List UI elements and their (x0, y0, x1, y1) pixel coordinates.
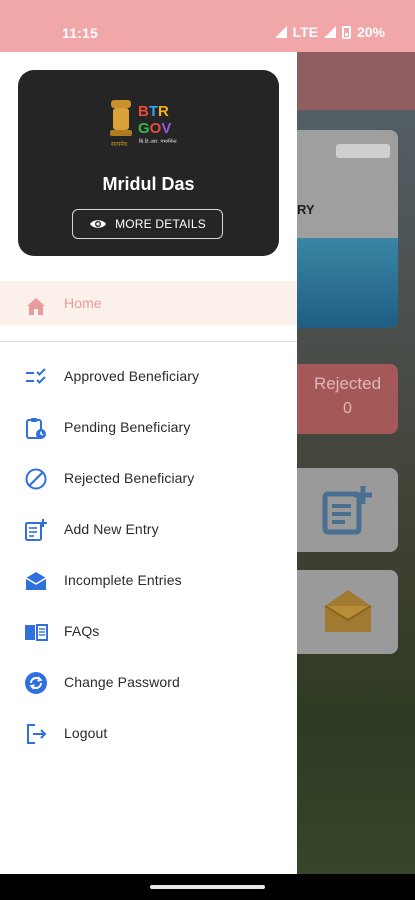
menu-item-incomplete-entries[interactable]: Incomplete Entries (0, 558, 297, 602)
eye-icon (90, 220, 107, 228)
status-indicators: LTE 20% (274, 24, 385, 40)
menu-item-change-password[interactable]: Change Password (0, 660, 297, 704)
more-details-label: MORE DETAILS (115, 217, 206, 231)
menu-label-pending: Pending Beneficiary (64, 419, 191, 435)
network-type: LTE (292, 24, 318, 40)
menu-label-rejected: Rejected Beneficiary (64, 470, 195, 486)
checklist-icon (26, 368, 46, 384)
menu-label-change-password: Change Password (64, 674, 180, 690)
system-nav-bar (0, 874, 415, 900)
profile-card: सत्यमेव BTR GOV बि.टि.आर. गभर्नमेन्ट Mri… (18, 70, 279, 256)
banner-wave (297, 238, 398, 328)
menu-item-rejected-beneficiary[interactable]: Rejected Beneficiary (0, 456, 297, 500)
add-note-large-icon (322, 486, 372, 535)
menu-item-home[interactable]: Home (0, 281, 297, 325)
menu-item-add-new-entry[interactable]: Add New Entry (0, 507, 297, 551)
menu-item-pending-beneficiary[interactable]: Pending Beneficiary (0, 405, 297, 449)
banner-card: RY (297, 130, 398, 328)
menu-divider (0, 341, 297, 342)
open-mail-icon (25, 572, 47, 590)
svg-text:सत्यमेव: सत्यमेव (111, 140, 128, 148)
signal-icon-2 (323, 26, 336, 38)
navigation-drawer: सत्यमेव BTR GOV बि.टि.आर. गभर्नमेन्ट Mri… (0, 52, 297, 874)
book-icon (25, 624, 48, 641)
btr-gov-logo: सत्यमेव BTR GOV बि.टि.आर. गभर्नमेन्ट (107, 96, 187, 150)
battery-level: 20% (356, 24, 385, 40)
menu-item-approved-beneficiary[interactable]: Approved Beneficiary (0, 354, 297, 398)
svg-text:BTR: BTR (138, 103, 169, 120)
menu-label-logout: Logout (64, 725, 108, 741)
pending-clipboard-icon (26, 418, 46, 439)
app-bar-background (297, 52, 415, 110)
signal-icon (274, 26, 287, 38)
open-mail-large-icon (324, 590, 372, 632)
scrim-overlay[interactable]: RY Rejected 0 (297, 52, 415, 874)
add-entry-tile (297, 468, 398, 552)
incomplete-entries-tile (297, 570, 398, 654)
menu-label-add-entry: Add New Entry (64, 521, 159, 537)
battery-icon (341, 25, 351, 39)
home-icon (27, 298, 45, 315)
add-note-icon (25, 519, 47, 541)
menu-label-faqs: FAQs (64, 623, 100, 639)
block-icon (25, 468, 47, 490)
status-bar: 11:15 LTE 20% (0, 0, 415, 52)
menu-label-incomplete: Incomplete Entries (64, 572, 182, 588)
refresh-icon (25, 672, 47, 694)
menu-item-logout[interactable]: Logout (0, 711, 297, 755)
svg-text:बि.टि.आर. गभर्नमेन्ट: बि.टि.आर. गभर्नमेन्ट (139, 138, 177, 145)
rejected-label: Rejected (313, 374, 382, 393)
user-name: Mridul Das (102, 174, 195, 194)
banner-title-fragment: RY (297, 202, 315, 217)
rejected-count-card: Rejected 0 (297, 364, 398, 434)
logout-icon (27, 724, 47, 744)
home-gesture-handle[interactable] (150, 885, 265, 889)
rejected-count: 0 (343, 400, 352, 417)
status-time: 11:15 (62, 25, 99, 41)
menu-label-approved: Approved Beneficiary (64, 368, 200, 384)
menu-label-home: Home (64, 295, 102, 311)
svg-text:GOV: GOV (138, 120, 171, 137)
more-details-button[interactable]: MORE DETAILS (72, 209, 223, 239)
menu-item-faqs[interactable]: FAQs (0, 609, 297, 653)
partner-logos (336, 144, 390, 158)
emblem-icon: सत्यमेव BTR GOV बि.टि.आर. गभर्नमेन्ट (110, 100, 177, 148)
